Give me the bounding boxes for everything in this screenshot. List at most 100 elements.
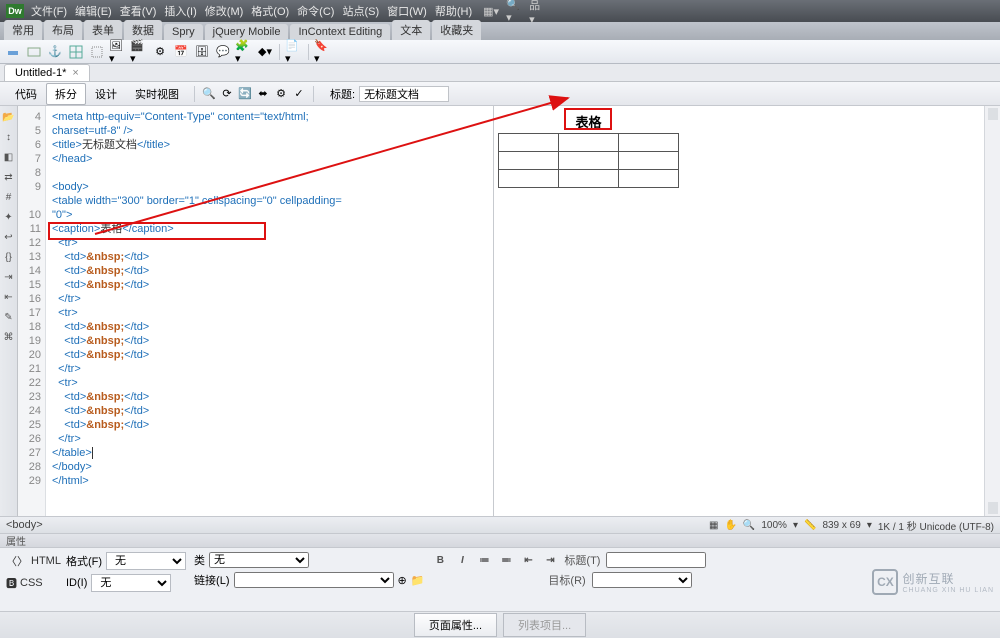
target-select[interactable] xyxy=(592,572,692,588)
inspect-icon[interactable]: 🔍 xyxy=(201,86,217,102)
category-tab[interactable]: 收藏夹 xyxy=(432,20,481,40)
server-icon[interactable]: 🗄 xyxy=(193,43,211,61)
view-button[interactable]: 代码 xyxy=(6,83,46,105)
line-numbers-icon[interactable]: # xyxy=(2,190,16,204)
bottom-bar: 页面属性... 列表项目... xyxy=(0,612,1000,638)
head-icon[interactable]: 🧩▾ xyxy=(235,43,253,61)
indent-icon[interactable]: ⇥ xyxy=(2,270,16,284)
hand-tool-icon[interactable]: ✋ xyxy=(724,520,736,531)
view-button[interactable]: 拆分 xyxy=(46,83,86,105)
menu-item[interactable]: 格式(O) xyxy=(247,1,293,21)
snippets-icon[interactable]: ⌘ xyxy=(2,330,16,344)
indent-button[interactable]: ⇥ xyxy=(542,552,558,568)
ol-button[interactable]: ≕ xyxy=(498,552,514,568)
tag-selector-bar: <body> ▦ ✋ 🔍 100% ▾ 📏 839 x 69 ▾ 1K / 1 … xyxy=(0,516,1000,534)
outdent-icon[interactable]: ⇤ xyxy=(2,290,16,304)
format-select[interactable]: 无 xyxy=(106,552,186,570)
point-to-file-icon[interactable]: ⊕ xyxy=(398,574,407,587)
window-size[interactable]: 839 x 69 xyxy=(822,520,860,531)
document-tab[interactable]: Untitled-1* × xyxy=(4,64,90,81)
main-area: 📂 ↕ ◧ ⇄ # ✦ ↩ {} ⇥ ⇤ ✎ ⌘ 456789 10111213… xyxy=(0,106,1000,516)
menu-item[interactable]: 编辑(E) xyxy=(71,1,116,21)
category-tab[interactable]: 数据 xyxy=(124,20,162,40)
menu-item[interactable]: 查看(V) xyxy=(116,1,161,21)
media-icon[interactable]: 🎬▾ xyxy=(130,43,148,61)
title-attr-label: 标题(T) xyxy=(564,552,600,568)
ruler-icon[interactable]: 📏 xyxy=(804,520,816,531)
anchor-icon[interactable]: ⚓ xyxy=(46,43,64,61)
syntax-icon[interactable]: {} xyxy=(2,250,16,264)
comment-icon[interactable]: 💬 xyxy=(214,43,232,61)
category-tab[interactable]: InContext Editing xyxy=(290,24,390,40)
close-icon[interactable]: × xyxy=(72,67,78,79)
options-icon[interactable]: ⚙ xyxy=(273,86,289,102)
email-icon[interactable] xyxy=(25,43,43,61)
pointer-tool-icon[interactable]: ▦ xyxy=(709,520,718,531)
id-select[interactable]: 无 xyxy=(91,574,171,592)
title-input[interactable] xyxy=(359,86,449,102)
highlight-icon[interactable]: ✦ xyxy=(2,210,16,224)
menu-item[interactable]: 修改(M) xyxy=(201,1,248,21)
design-view[interactable]: 表格 xyxy=(494,106,984,516)
properties-panel: 〈〉HTML 格式(F) 无 🅱 CSS ID(I) 无 类 无 链接(L) ⊕… xyxy=(0,548,1000,612)
category-tab[interactable]: 文本 xyxy=(392,20,430,40)
zoom-tool-icon[interactable]: 🔍 xyxy=(743,520,755,531)
menu-item[interactable]: 文件(F) xyxy=(27,1,71,21)
category-tab[interactable]: 表单 xyxy=(84,20,122,40)
templates-icon[interactable]: 📄▾ xyxy=(285,43,303,61)
wrap-icon[interactable]: ↩ xyxy=(2,230,16,244)
widget-icon[interactable]: ⚙ xyxy=(151,43,169,61)
italic-button[interactable]: I xyxy=(454,552,470,568)
balance-icon[interactable]: ⇄ xyxy=(2,170,16,184)
vertical-scrollbar[interactable] xyxy=(984,106,1000,516)
script-icon[interactable]: ◆▾ xyxy=(256,43,274,61)
properties-header[interactable]: 属性 xyxy=(0,534,1000,548)
open-docs-icon[interactable]: 📂 xyxy=(2,110,16,124)
outdent-button[interactable]: ⇤ xyxy=(520,552,536,568)
check-icon[interactable]: ✓ xyxy=(291,86,307,102)
view-button[interactable]: 设计 xyxy=(86,83,126,105)
tag-path[interactable]: <body> xyxy=(6,519,43,531)
page-properties-button[interactable]: 页面属性... xyxy=(414,613,497,637)
ul-button[interactable]: ≔ xyxy=(476,552,492,568)
live-code-icon[interactable]: ⟳ xyxy=(219,86,235,102)
category-tabs: 常用布局表单数据SpryjQuery MobileInContext Editi… xyxy=(0,22,1000,40)
format-icon[interactable]: ✎ xyxy=(2,310,16,324)
window-icon[interactable]: 品▾ xyxy=(529,3,545,19)
nav-icon[interactable]: ⬌ xyxy=(255,86,271,102)
date-icon[interactable]: 📅 xyxy=(172,43,190,61)
html-mode-tab[interactable]: 〈〉HTML xyxy=(6,553,62,569)
menu-item[interactable]: 站点(S) xyxy=(338,1,383,21)
select-parent-icon[interactable]: ◧ xyxy=(2,150,16,164)
code-toolbar: 📂 ↕ ◧ ⇄ # ✦ ↩ {} ⇥ ⇤ ✎ ⌘ xyxy=(0,106,18,516)
browse-icon[interactable]: 📁 xyxy=(411,574,425,587)
target-label: 目标(R) xyxy=(548,572,585,588)
code-view[interactable]: <meta http-equiv="Content-Type" content=… xyxy=(46,106,494,516)
tag-icon[interactable]: 🔖▾ xyxy=(314,43,332,61)
preview-table-wrap: 表格 xyxy=(498,110,679,188)
menu-item[interactable]: 插入(I) xyxy=(160,1,200,21)
link-select[interactable] xyxy=(234,572,394,588)
div-icon[interactable] xyxy=(88,43,106,61)
title-attr-input[interactable] xyxy=(606,552,706,568)
image-menu-icon[interactable]: 🖼▾ xyxy=(109,43,127,61)
refresh-icon[interactable]: 🔄 xyxy=(237,86,253,102)
category-tab[interactable]: 常用 xyxy=(4,20,42,40)
menu-item[interactable]: 命令(C) xyxy=(293,1,338,21)
table-icon[interactable] xyxy=(67,43,85,61)
preview-table[interactable] xyxy=(498,133,679,188)
format-label: 格式(F) xyxy=(66,553,102,569)
menu-item[interactable]: 帮助(H) xyxy=(431,1,476,21)
zoom-icon[interactable]: 🔍▾ xyxy=(506,3,522,19)
class-select[interactable]: 无 xyxy=(209,552,309,568)
collapse-icon[interactable]: ↕ xyxy=(2,130,16,144)
category-tab[interactable]: 布局 xyxy=(44,20,82,40)
menu-item[interactable]: 窗口(W) xyxy=(383,1,431,21)
view-button[interactable]: 实时视图 xyxy=(126,83,188,105)
layout-icon[interactable]: ▦▾ xyxy=(483,3,499,19)
css-mode-tab[interactable]: 🅱 CSS xyxy=(6,575,62,591)
bold-button[interactable]: B xyxy=(432,552,448,568)
zoom-level[interactable]: 100% xyxy=(761,520,787,531)
hyperlink-icon[interactable] xyxy=(4,43,22,61)
category-tab[interactable]: Spry xyxy=(164,24,203,40)
